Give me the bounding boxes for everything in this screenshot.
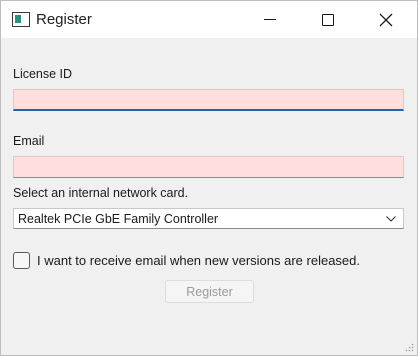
- email-opt-in-label: I want to receive email when new version…: [37, 253, 360, 268]
- register-window: Register License ID Email Select an inte…: [0, 0, 418, 356]
- register-button[interactable]: Register: [165, 280, 254, 303]
- license-id-input[interactable]: [13, 89, 404, 111]
- chevron-down-icon: [379, 209, 403, 228]
- title-bar[interactable]: Register: [1, 1, 417, 38]
- maximize-button[interactable]: [299, 1, 357, 38]
- email-opt-in-row[interactable]: I want to receive email when new version…: [13, 252, 360, 269]
- network-card-select[interactable]: Realtek PCIe GbE Family Controller: [13, 208, 404, 229]
- minimize-icon: [264, 19, 276, 20]
- window-title: Register: [36, 11, 92, 28]
- network-card-selected-value: Realtek PCIe GbE Family Controller: [18, 211, 219, 226]
- app-window-icon: [12, 12, 30, 27]
- close-button[interactable]: [357, 1, 415, 38]
- email-input[interactable]: [13, 156, 404, 178]
- minimize-button[interactable]: [241, 1, 299, 38]
- license-id-label: License ID: [13, 67, 73, 81]
- resize-grip-icon[interactable]: [404, 342, 414, 352]
- email-opt-in-checkbox[interactable]: [13, 252, 30, 269]
- email-label: Email: [13, 134, 45, 148]
- network-card-label: Select an internal network card.: [13, 186, 189, 200]
- maximize-icon: [322, 13, 334, 26]
- close-icon: [379, 13, 393, 26]
